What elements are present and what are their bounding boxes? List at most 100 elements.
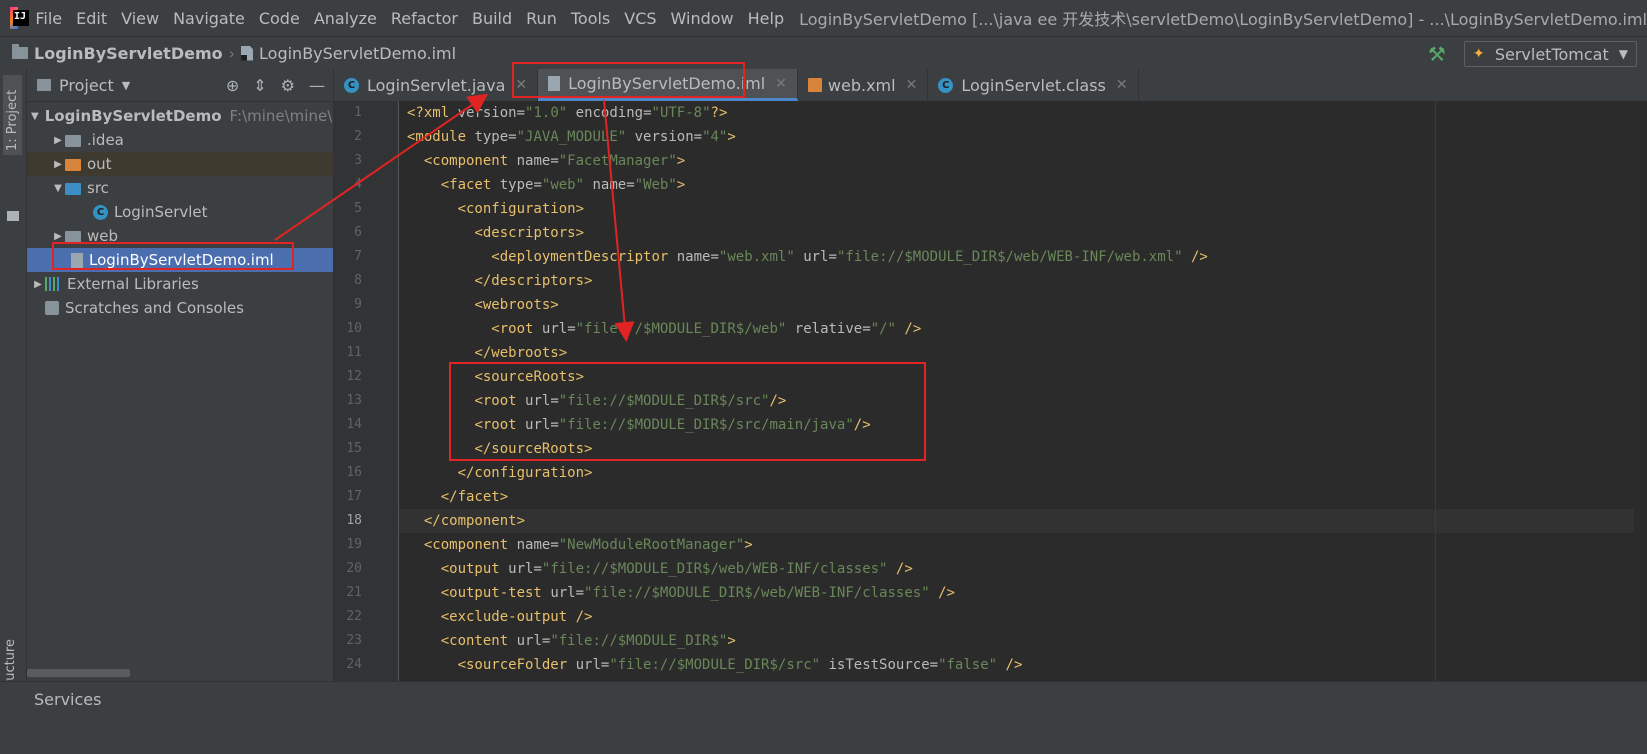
- code-line[interactable]: <module type="JAVA_MODULE" version="4">: [399, 125, 1647, 149]
- code-line[interactable]: <output url="file://$MODULE_DIR$/web/WEB…: [399, 557, 1647, 581]
- menu-analyze[interactable]: Analyze: [307, 9, 384, 28]
- menu-navigate[interactable]: Navigate: [166, 9, 252, 28]
- tab-loginservlet-java[interactable]: C LoginServlet.java ✕: [334, 69, 539, 101]
- tab-label: web.xml: [827, 75, 896, 95]
- menu-refactor[interactable]: Refactor: [384, 9, 465, 28]
- collapse-arrow-icon[interactable]: ▶: [51, 159, 65, 170]
- close-icon[interactable]: ✕: [1116, 77, 1128, 93]
- code-line[interactable]: <root url="file://$MODULE_DIR$/web" rela…: [399, 317, 1647, 341]
- collapse-all-icon[interactable]: ⇕: [253, 76, 266, 95]
- code-line[interactable]: <deploymentDescriptor name="web.xml" url…: [399, 245, 1647, 269]
- project-tool-tab[interactable]: 1: Project: [3, 75, 22, 155]
- breadcrumb-file[interactable]: LoginByServletDemo.iml: [241, 44, 456, 63]
- line-number: 2: [354, 129, 362, 144]
- project-view-selector[interactable]: Project ▼: [37, 76, 130, 95]
- collapse-arrow-icon[interactable]: ▶: [51, 135, 65, 146]
- code-line[interactable]: </descriptors>: [399, 269, 1647, 293]
- tree-item-project-root[interactable]: ▼ LoginByServletDemo F:\mine\mine\L: [27, 104, 333, 128]
- tree-item-external-libraries[interactable]: ▶ External Libraries: [27, 272, 333, 296]
- menu-build[interactable]: Build: [465, 9, 519, 28]
- class-icon: C: [93, 204, 108, 220]
- services-tab[interactable]: Services: [34, 690, 101, 709]
- tab-label: LoginServlet.java: [367, 75, 506, 95]
- folder-icon: [65, 135, 81, 147]
- tomcat-icon: ✦: [1472, 46, 1485, 62]
- tab-web-xml[interactable]: web.xml ✕: [798, 69, 929, 101]
- code-line[interactable]: <facet type="web" name="Web">: [399, 173, 1647, 197]
- code-line[interactable]: <component name="NewModuleRootManager">: [399, 533, 1647, 557]
- menu-help[interactable]: Help: [741, 9, 791, 28]
- code-line[interactable]: <content url="file://$MODULE_DIR$">: [399, 629, 1647, 653]
- code-line[interactable]: <configuration>: [399, 197, 1647, 221]
- expand-arrow-icon[interactable]: ▼: [51, 183, 65, 194]
- code-line[interactable]: <descriptors>: [399, 221, 1647, 245]
- run-configuration-selector[interactable]: ✦ ServletTomcat ▼: [1463, 41, 1637, 67]
- iml-file-icon: [241, 45, 254, 61]
- collapse-arrow-icon[interactable]: ▶: [31, 279, 45, 290]
- breadcrumb-project-label: LoginByServletDemo: [34, 43, 223, 63]
- tree-item-loginservlet[interactable]: C LoginServlet: [27, 200, 333, 224]
- project-tree: ▼ LoginByServletDemo F:\mine\mine\L ▶ .i…: [27, 104, 333, 320]
- project-panel-title: Project: [59, 75, 114, 95]
- menu-code[interactable]: Code: [252, 9, 307, 28]
- code-line[interactable]: <webroots>: [399, 293, 1647, 317]
- tree-item-out[interactable]: ▶ out: [27, 152, 333, 176]
- line-number: 19: [346, 537, 362, 552]
- menu-file[interactable]: File: [28, 9, 69, 28]
- menu-edit[interactable]: Edit: [69, 9, 114, 28]
- window-title: LoginByServletDemo [...\java ee 开发技术\ser…: [799, 10, 1647, 29]
- folder-icon: [7, 211, 19, 221]
- menu-view[interactable]: View: [114, 9, 166, 28]
- line-number: 7: [354, 249, 362, 264]
- locate-target-icon[interactable]: ⊕: [226, 76, 239, 95]
- editor-vertical-scrollbar[interactable]: [1634, 101, 1647, 681]
- code-line[interactable]: <?xml version="1.0" encoding="UTF-8"?>: [399, 101, 1647, 125]
- line-number: 11: [346, 345, 362, 360]
- close-icon[interactable]: ✕: [775, 76, 787, 92]
- code-line[interactable]: </component>: [399, 509, 1647, 533]
- breadcrumb-separator-icon: ›: [228, 43, 236, 63]
- class-icon: C: [938, 77, 954, 93]
- menu-bar: IJ File Edit View Navigate Code Analyze …: [0, 0, 1647, 36]
- tree-item-src[interactable]: ▼ src: [27, 176, 333, 200]
- gear-icon[interactable]: ⚙: [281, 76, 295, 95]
- line-number: 15: [346, 441, 362, 456]
- collapse-arrow-icon[interactable]: ▶: [51, 231, 65, 242]
- code-line[interactable]: <output-test url="file://$MODULE_DIR$/we…: [399, 581, 1647, 605]
- left-tool-window-strip: 1: Project Z: Structure: [0, 69, 27, 754]
- code-line[interactable]: </configuration>: [399, 461, 1647, 485]
- project-panel-header: Project ▼ ⊕ ⇕ ⚙ —: [27, 69, 333, 102]
- menu-vcs[interactable]: VCS: [617, 9, 663, 28]
- breadcrumb-file-label: LoginByServletDemo.iml: [259, 43, 457, 63]
- right-margin-guide: [1435, 101, 1436, 681]
- tree-item-scratches[interactable]: Scratches and Consoles: [27, 296, 333, 320]
- code-line[interactable]: <exclude-output />: [399, 605, 1647, 629]
- build-hammer-icon[interactable]: ⚒: [1428, 42, 1446, 66]
- code-line[interactable]: <component name="FacetManager">: [399, 149, 1647, 173]
- tree-item-label: Scratches and Consoles: [65, 299, 244, 317]
- close-icon[interactable]: ✕: [906, 77, 918, 93]
- line-number: 1: [354, 105, 362, 120]
- tab-loginservlet-class[interactable]: C LoginServlet.class ✕: [928, 69, 1139, 101]
- code-line[interactable]: </facet>: [399, 485, 1647, 509]
- tree-item-label: LoginByServletDemo: [44, 107, 222, 125]
- line-number: 3: [354, 153, 362, 168]
- line-number: 24: [346, 657, 362, 672]
- minimize-icon[interactable]: —: [309, 76, 325, 95]
- scratches-icon: [45, 301, 59, 315]
- line-number: 17: [346, 489, 362, 504]
- expand-arrow-icon[interactable]: ▼: [31, 111, 39, 122]
- line-number: 20: [346, 561, 362, 576]
- tree-item-label: .idea: [87, 131, 124, 149]
- menu-tools[interactable]: Tools: [564, 9, 617, 28]
- annotation-box-tab: [512, 62, 745, 98]
- annotation-box-source-roots: [449, 362, 926, 461]
- project-icon: [37, 79, 51, 91]
- menu-window[interactable]: Window: [664, 9, 741, 28]
- menu-run[interactable]: Run: [519, 9, 564, 28]
- code-line[interactable]: <sourceFolder url="file://$MODULE_DIR$/s…: [399, 653, 1647, 677]
- tree-item-idea[interactable]: ▶ .idea: [27, 128, 333, 152]
- line-number: 9: [354, 297, 362, 312]
- breadcrumb-project[interactable]: LoginByServletDemo: [12, 44, 223, 63]
- project-panel-scrollbar[interactable]: [27, 669, 130, 677]
